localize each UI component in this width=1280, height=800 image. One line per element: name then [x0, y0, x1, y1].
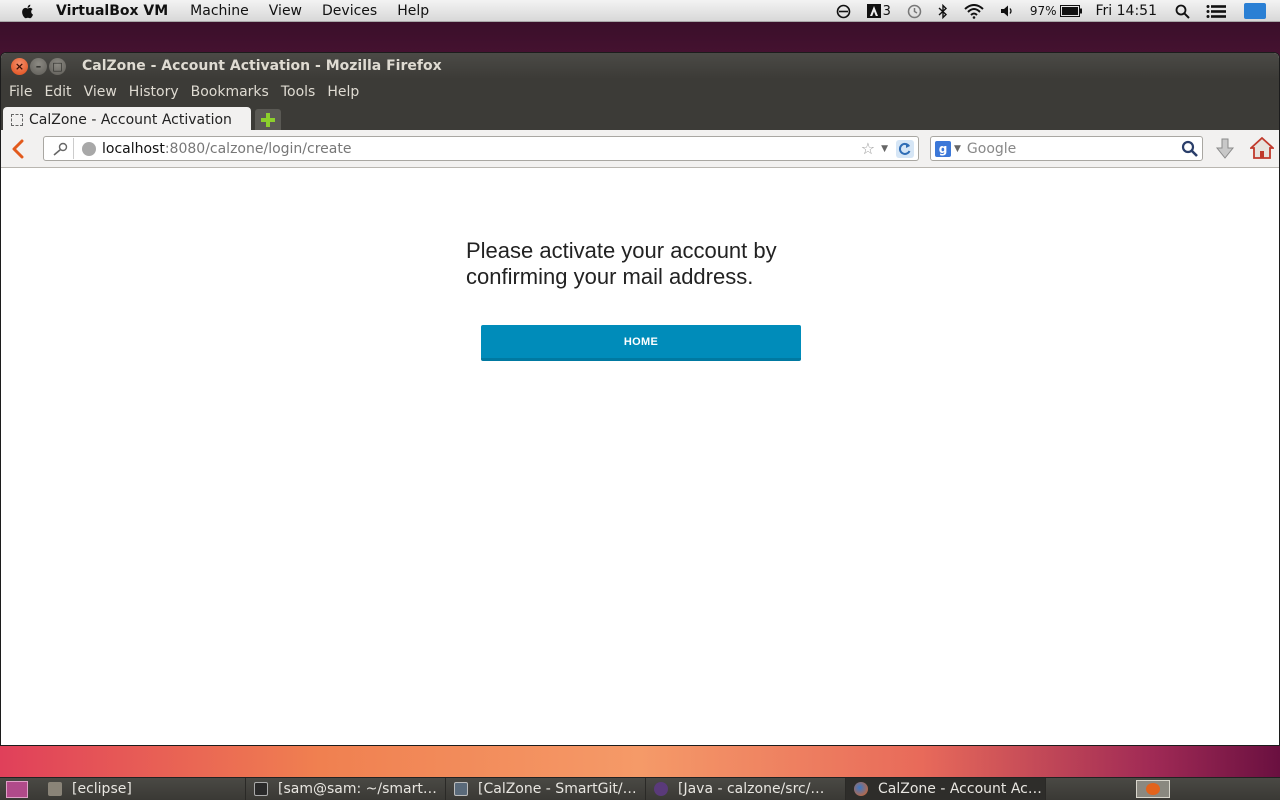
- url-bar[interactable]: localhost:8080/calzone/login/create ☆ ▼: [43, 136, 919, 161]
- host-menu-view[interactable]: View: [259, 3, 312, 19]
- activation-message: Please activate your account by confirmi…: [466, 238, 777, 289]
- menu-edit[interactable]: Edit: [38, 84, 77, 100]
- search-input[interactable]: [966, 140, 1181, 157]
- search-engine-dropdown-icon[interactable]: ▼: [954, 144, 961, 154]
- desktop-wallpaper-glow: [0, 745, 1280, 777]
- wifi-icon[interactable]: [964, 3, 984, 19]
- host-menu-devices[interactable]: Devices: [312, 3, 387, 19]
- site-identity-icon[interactable]: [46, 138, 74, 159]
- virtualbox-icon[interactable]: [1244, 3, 1266, 19]
- workspace-firefox-icon: [1146, 783, 1160, 795]
- window-title: CalZone - Account Activation - Mozilla F…: [82, 58, 442, 74]
- menu-history[interactable]: History: [123, 84, 185, 100]
- bluetooth-icon[interactable]: [938, 3, 948, 19]
- reload-icon[interactable]: [896, 139, 914, 158]
- search-go-icon[interactable]: [1181, 140, 1199, 158]
- menu-view[interactable]: View: [78, 84, 123, 100]
- adobe-status[interactable]: 3: [866, 3, 891, 19]
- battery-percent: 97%: [1029, 4, 1057, 18]
- tab-strip: CalZone - Account Activation: [1, 105, 1279, 132]
- menu-help[interactable]: Help: [321, 84, 365, 100]
- window-maximize-button[interactable]: □: [49, 57, 66, 75]
- google-engine-icon[interactable]: g: [935, 140, 951, 157]
- host-menubar: VirtualBox VM Machine View Devices Help …: [0, 0, 1280, 22]
- host-menu-help[interactable]: Help: [387, 3, 439, 19]
- firefox-menubar: File Edit View History Bookmarks Tools H…: [1, 79, 1279, 105]
- spotlight-search-icon[interactable]: [1175, 4, 1190, 19]
- taskbar: [eclipse] [sam@sam: ~/smart… [CalZone - …: [0, 777, 1280, 800]
- show-desktop-icon[interactable]: [6, 780, 28, 798]
- globe-icon: [82, 141, 96, 156]
- time-machine-icon[interactable]: [907, 4, 922, 19]
- volume-icon[interactable]: [1000, 4, 1014, 18]
- notification-center-icon[interactable]: [1206, 4, 1226, 19]
- eclipse-window-icon: [48, 782, 62, 796]
- menu-file[interactable]: File: [3, 84, 38, 100]
- taskbar-item-smartgit[interactable]: [CalZone - SmartGit/…: [446, 777, 646, 800]
- url-text[interactable]: localhost:8080/calzone/login/create: [102, 141, 861, 157]
- taskbar-item-label: [CalZone - SmartGit/…: [478, 781, 637, 797]
- url-path: :8080/calzone/login/create: [164, 140, 352, 157]
- adobe-count: 3: [882, 3, 891, 19]
- battery-status[interactable]: 97%: [1030, 4, 1082, 18]
- page-content: Please activate your account by confirmi…: [1, 169, 1279, 745]
- downloads-icon[interactable]: [1215, 138, 1235, 160]
- taskbar-item-label: [Java - calzone/src/…: [678, 781, 825, 797]
- window-close-button[interactable]: ×: [11, 57, 28, 75]
- firefox-icon: [854, 782, 868, 796]
- tab-label: CalZone - Account Activation: [29, 111, 232, 128]
- firefox-window: × – □ CalZone - Account Activation - Moz…: [0, 52, 1280, 746]
- home-icon[interactable]: [1250, 137, 1274, 159]
- adobe-icon: [866, 4, 881, 18]
- apple-icon[interactable]: [20, 3, 36, 19]
- host-status-area: 3 97% Fri 14:51: [828, 0, 1280, 22]
- taskbar-item-label: [sam@sam: ~/smart…: [278, 781, 437, 797]
- back-arrow-icon[interactable]: [9, 139, 29, 159]
- taskbar-item-label: CalZone - Account Ac…: [878, 781, 1042, 797]
- menu-tools[interactable]: Tools: [275, 84, 322, 100]
- bookmark-star-icon[interactable]: ☆: [861, 139, 875, 158]
- tab-calzone-activation[interactable]: CalZone - Account Activation: [3, 107, 251, 132]
- taskbar-item-terminal[interactable]: [sam@sam: ~/smart…: [246, 777, 446, 800]
- smartgit-icon: [454, 782, 468, 796]
- taskbar-item-firefox[interactable]: CalZone - Account Ac…: [846, 777, 1046, 800]
- navigation-toolbar: localhost:8080/calzone/login/create ☆ ▼ …: [1, 130, 1279, 168]
- eclipse-icon: [654, 782, 668, 796]
- url-history-dropdown-icon[interactable]: ▼: [881, 144, 888, 154]
- window-titlebar[interactable]: × – □ CalZone - Account Activation - Moz…: [1, 53, 1279, 79]
- battery-icon: [1059, 5, 1082, 17]
- menu-bookmarks[interactable]: Bookmarks: [185, 84, 275, 100]
- new-tab-button[interactable]: [255, 109, 281, 130]
- window-minimize-button[interactable]: –: [30, 57, 47, 75]
- do-not-disturb-icon[interactable]: [836, 4, 851, 19]
- taskbar-item-java-eclipse[interactable]: [Java - calzone/src/…: [646, 777, 846, 800]
- page-favicon-icon: [11, 113, 23, 126]
- host-menu-machine[interactable]: Machine: [180, 3, 259, 19]
- window-controls: × – □: [11, 57, 68, 75]
- plus-icon: [261, 112, 275, 127]
- host-app-name[interactable]: VirtualBox VM: [50, 3, 180, 19]
- terminal-icon: [254, 782, 268, 796]
- home-button[interactable]: HOME: [481, 325, 801, 361]
- url-host: localhost: [102, 140, 165, 157]
- clock[interactable]: Fri 14:51: [1096, 3, 1157, 19]
- taskbar-item-eclipse[interactable]: [eclipse]: [40, 777, 246, 800]
- workspace-switcher-icon[interactable]: [1136, 780, 1170, 798]
- search-bar[interactable]: g ▼: [930, 136, 1203, 161]
- taskbar-item-label: [eclipse]: [72, 781, 132, 797]
